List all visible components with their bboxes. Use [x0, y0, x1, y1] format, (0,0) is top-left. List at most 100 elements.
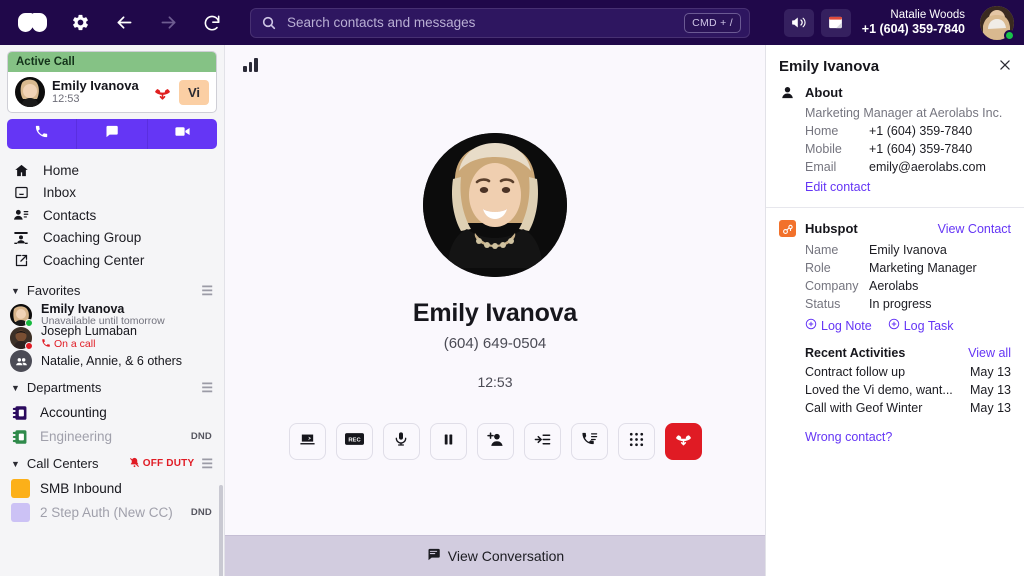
field-label: Email [805, 160, 869, 174]
field-value: +1 (604) 359-7840 [869, 124, 972, 138]
record-button[interactable]: REC [336, 423, 373, 460]
activity-row[interactable]: Call with Geof Winter May 13 [779, 399, 1011, 417]
recent-activities-title: Recent Activities [805, 346, 905, 360]
current-user-name: Natalie Woods [862, 8, 965, 22]
section-header-departments[interactable]: ▼ Departments ☰ [0, 373, 224, 401]
settings-gear-icon[interactable] [60, 3, 100, 43]
field-label: Name [805, 243, 869, 257]
sidebar-item-coaching-center[interactable]: Coaching Center [0, 249, 224, 272]
new-call-button[interactable] [7, 119, 77, 149]
avatar-wrapper [10, 304, 32, 326]
activity-date: May 13 [970, 401, 1011, 415]
search-icon [261, 15, 277, 31]
mute-button[interactable] [383, 423, 420, 460]
park-call-button[interactable] [571, 423, 608, 460]
sidebar-item-accounting[interactable]: Accounting [0, 401, 224, 425]
primary-nav: Home Inbox Contacts [0, 159, 224, 276]
keypad-button[interactable] [618, 423, 655, 460]
plus-circle-icon [888, 318, 900, 333]
end-call-icon[interactable] [153, 83, 172, 102]
presence-dot [25, 342, 33, 350]
video-icon [174, 123, 191, 145]
phone-forward-icon [581, 431, 598, 453]
back-arrow-icon[interactable] [104, 3, 144, 43]
log-note-button[interactable]: Log Note [805, 318, 872, 333]
current-user-info[interactable]: Natalie Woods +1 (604) 359-7840 [862, 8, 965, 38]
sidebar-item-coaching-group[interactable]: Coaching Group [0, 227, 224, 250]
person-icon [779, 85, 796, 100]
chat-icon [104, 124, 119, 144]
field-value: Emily Ivanova [869, 243, 947, 257]
chevron-down-icon: ▼ [11, 459, 20, 469]
close-icon[interactable] [998, 58, 1012, 75]
new-meeting-button[interactable] [148, 119, 217, 149]
section-title: Departments [27, 380, 101, 395]
screen-share-button[interactable] [289, 423, 326, 460]
notepad-icon[interactable] [821, 9, 851, 37]
activity-row[interactable]: Contract follow up May 13 [779, 363, 1011, 381]
phone-icon [34, 124, 49, 144]
view-all-link[interactable]: View all [968, 346, 1011, 360]
section-header-favorites[interactable]: ▼ Favorites ☰ [0, 276, 224, 304]
active-call-tag[interactable]: Vi [179, 80, 209, 105]
search-input[interactable] [277, 15, 684, 30]
new-message-button[interactable] [77, 119, 147, 149]
off-duty-badge[interactable]: OFF DUTY [129, 457, 195, 471]
sidebar: Active Call Emily Ivanova 12:53 [0, 45, 225, 576]
sidebar-item-label: Contacts [43, 208, 96, 223]
list-item[interactable]: Joseph Lumaban On a call [0, 327, 224, 350]
department-label: Engineering [40, 429, 112, 444]
section-header-call-centers[interactable]: ▼ Call Centers OFF DUTY ☰ [0, 449, 224, 477]
bell-off-icon [129, 457, 140, 471]
sidebar-item-smb-inbound[interactable]: SMB Inbound [0, 477, 224, 501]
add-participant-button[interactable] [477, 423, 514, 460]
hubspot-title: Hubspot [805, 221, 858, 236]
drag-handle-icon[interactable]: ☰ [201, 380, 212, 396]
wrong-contact-link[interactable]: Wrong contact? [779, 417, 1011, 444]
about-row-home: Home +1 (604) 359-7840 [779, 122, 1011, 140]
department-icon [11, 404, 30, 421]
field-value: In progress [869, 297, 932, 311]
coaching-group-icon [12, 230, 30, 246]
sidebar-item-inbox[interactable]: Inbox [0, 182, 224, 205]
home-icon [12, 163, 30, 178]
hubspot-row-company: Company Aerolabs [779, 277, 1011, 295]
main-call-panel: Emily Ivanova (604) 649-0504 12:53 REC [225, 45, 765, 576]
edit-contact-link[interactable]: Edit contact [805, 180, 870, 194]
field-label: Mobile [805, 142, 869, 156]
hold-button[interactable] [430, 423, 467, 460]
search-bar[interactable]: CMD + / [250, 8, 750, 38]
phone-icon [41, 338, 51, 352]
hangup-button[interactable] [665, 423, 702, 460]
list-item[interactable]: Emily Ivanova Unavailable until tomorrow [0, 304, 224, 327]
active-call-header: Active Call [8, 52, 216, 72]
panel-header: Emily Ivanova [766, 45, 1024, 85]
sidebar-item-2-step-auth[interactable]: 2 Step Auth (New CC) DND [0, 501, 224, 525]
log-task-button[interactable]: Log Task [888, 318, 954, 333]
field-label: Role [805, 261, 869, 275]
sidebar-scrollbar[interactable] [219, 485, 223, 576]
drag-handle-icon[interactable]: ☰ [201, 283, 212, 299]
app-logo[interactable] [10, 0, 56, 45]
svg-text:REC: REC [348, 437, 361, 443]
inbox-icon [12, 185, 30, 200]
view-conversation-bar[interactable]: View Conversation [225, 535, 765, 576]
active-call-card[interactable]: Active Call Emily Ivanova 12:53 [7, 51, 217, 113]
field-label: Status [805, 297, 869, 311]
activity-row[interactable]: Loved the Vi demo, want... May 13 [779, 381, 1011, 399]
drag-handle-icon[interactable]: ☰ [201, 456, 212, 472]
transfer-button[interactable] [524, 423, 561, 460]
view-contact-link[interactable]: View Contact [938, 222, 1011, 236]
current-user-avatar[interactable] [980, 6, 1014, 40]
megaphone-icon[interactable] [784, 9, 814, 37]
reload-icon[interactable] [192, 3, 232, 43]
sidebar-item-home[interactable]: Home [0, 159, 224, 182]
sidebar-item-contacts[interactable]: Contacts [0, 204, 224, 227]
about-row-email: Email emily@aerolabs.com [779, 158, 1011, 176]
sidebar-item-engineering[interactable]: Engineering DND [0, 425, 224, 449]
forward-arrow-icon[interactable] [148, 3, 188, 43]
hubspot-icon [779, 220, 796, 237]
dialpad-logo-icon [18, 13, 48, 33]
list-item[interactable]: Natalie, Annie, & 6 others [0, 350, 224, 373]
field-value: emily@aerolabs.com [869, 160, 986, 174]
